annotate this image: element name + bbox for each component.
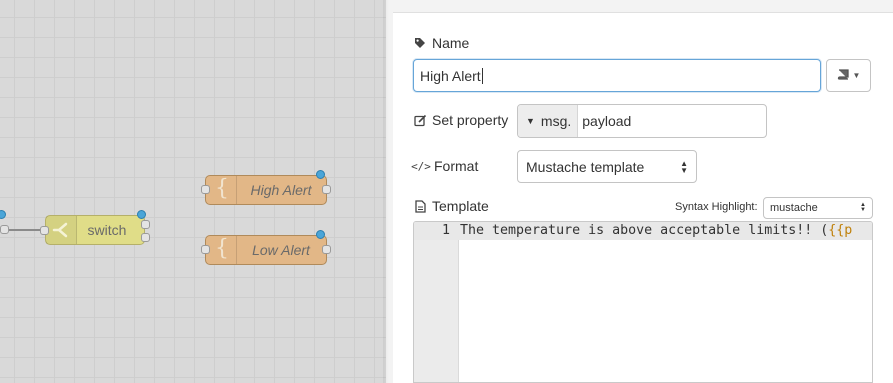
switch-status-dot [137, 210, 146, 219]
caret-down-icon: ▼ [526, 116, 535, 126]
high-alert-input-port[interactable] [201, 185, 210, 194]
node-library-button[interactable]: ▼ [826, 59, 871, 92]
property-prefix: msg. [540, 113, 572, 129]
name-input-value: High Alert [420, 67, 481, 84]
mustache-token: {{p [828, 223, 853, 238]
tag-icon [413, 36, 427, 50]
property-type-selector[interactable]: ▼ msg. [518, 105, 579, 137]
name-label: Name [432, 35, 470, 51]
switch-output-port-2[interactable] [141, 233, 150, 242]
property-input[interactable]: ▼ msg. payload [517, 104, 767, 138]
syntax-select[interactable]: mustache ▲ ▼ [763, 197, 873, 219]
low-alert-node[interactable]: { Low Alert [205, 235, 327, 265]
format-label-row: </> Format [411, 157, 479, 175]
file-icon [413, 199, 427, 213]
code-text: The temperature is above acceptable limi… [460, 223, 829, 238]
template-label-row: Template [413, 197, 489, 215]
switch-input-port[interactable] [40, 226, 49, 235]
panel-shadow [383, 0, 389, 383]
property-label: Set property [432, 112, 509, 128]
wire-into-switch [6, 229, 44, 231]
select-arrows-icon: ▲ ▼ [680, 158, 688, 175]
high-alert-status-dot [316, 170, 325, 179]
low-alert-output-port[interactable] [322, 245, 331, 254]
syntax-selected: mustache [770, 202, 818, 214]
template-icon: { [206, 176, 237, 204]
switch-node-label: switch [87, 222, 127, 238]
editor-gutter [414, 222, 459, 382]
template-icon: { [206, 236, 237, 264]
select-arrows-icon: ▲ ▼ [860, 202, 866, 213]
switch-icon [46, 216, 77, 244]
format-select[interactable]: Mustache template ▲ ▼ [517, 150, 697, 183]
name-input[interactable]: High Alert [413, 59, 821, 92]
property-value: payload [582, 113, 632, 129]
property-label-row: Set property [413, 111, 508, 129]
syntax-label: Syntax Highlight: [675, 201, 758, 213]
template-code-editor[interactable]: 1 The temperature is above acceptable li… [413, 221, 873, 383]
switch-output-port-1[interactable] [141, 220, 150, 229]
high-alert-output-port[interactable] [322, 185, 331, 194]
book-icon [837, 68, 849, 83]
high-alert-node[interactable]: { High Alert [205, 175, 327, 205]
high-alert-label: High Alert [250, 182, 312, 198]
left-node-output-port[interactable] [0, 225, 9, 234]
code-icon: </> [411, 159, 431, 173]
switch-node[interactable]: switch [45, 215, 145, 245]
edit-icon [413, 113, 427, 127]
template-label: Template [432, 198, 489, 214]
code-line: The temperature is above acceptable limi… [460, 222, 852, 240]
format-selected: Mustache template [526, 158, 645, 175]
name-label-row: Name [413, 34, 469, 52]
format-label: Format [434, 158, 479, 174]
text-caret [481, 67, 483, 84]
low-alert-input-port[interactable] [201, 245, 210, 254]
panel-header [393, 0, 893, 13]
low-alert-label: Low Alert [252, 242, 310, 258]
low-alert-status-dot [316, 230, 325, 239]
line-number: 1 [441, 223, 450, 238]
caret-down-icon: ▼ [852, 71, 861, 80]
